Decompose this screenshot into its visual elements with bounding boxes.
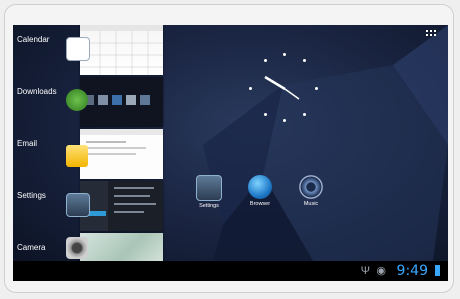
home-app-music[interactable]: Music [291,175,331,208]
recent-app-calendar[interactable]: Calendar [13,25,165,77]
settings-thumbnail [80,181,163,231]
settings-icon [66,193,90,217]
settings-icon [196,175,222,201]
status-time: 9:49 [396,263,428,279]
email-thumbnail-graphic [80,129,163,155]
email-icon [66,145,88,167]
speaker-icon [299,175,323,199]
home-app-browser[interactable]: Browser [240,175,280,208]
calendar-icon [66,37,90,61]
recent-app-settings[interactable]: Settings [13,181,165,233]
calendar-grid-graphic [80,25,163,75]
home-app-settings[interactable]: Settings [189,175,229,210]
calendar-thumbnail [80,25,163,75]
recent-app-downloads[interactable]: Downloads [13,77,165,129]
camera-icon [66,237,88,259]
downloads-thumbnail [80,77,163,127]
email-thumbnail [80,129,163,179]
all-apps-icon[interactable] [426,30,438,38]
android-home-screen: Settings Browser Music Calendar Download… [13,25,448,281]
status-bar: Ψ ◉ 9:49 [13,261,448,281]
recent-apps-panel: Calendar Downloads Email Settings Camera [13,25,165,281]
downloads-thumbnail-graphic [84,95,150,105]
usb-icon: Ψ [360,265,370,277]
globe-icon [248,175,272,199]
clock-hands [264,75,300,100]
recent-app-email[interactable]: Email [13,129,165,181]
download-icon [66,89,88,111]
analog-clock-widget[interactable] [249,53,321,125]
settings-thumbnail-graphic [80,181,156,231]
battery-icon [435,265,440,276]
android-debug-icon: ◉ [376,265,386,277]
